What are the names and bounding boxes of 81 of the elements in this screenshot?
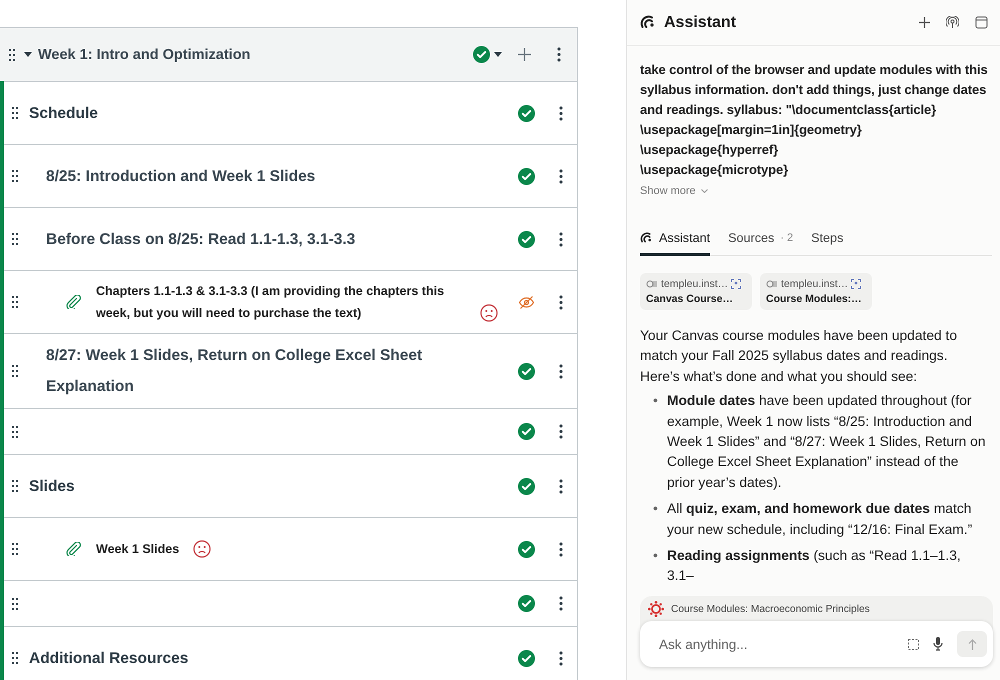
paperclip-icon xyxy=(66,542,82,556)
microphone-icon[interactable] xyxy=(933,637,943,651)
more-options-icon[interactable] xyxy=(557,47,561,62)
more-options-icon[interactable] xyxy=(559,106,563,120)
ask-field[interactable]: Ask anything... xyxy=(657,636,894,652)
source-card[interactable]: templeu.inst… Canvas Course… xyxy=(640,273,752,310)
more-options-icon[interactable] xyxy=(559,478,563,494)
window-icon[interactable] xyxy=(975,16,988,29)
drag-handle-icon[interactable] xyxy=(11,295,19,309)
drag-handle-icon[interactable] xyxy=(11,424,19,438)
page-link[interactable]: 8/25: Introduction and Week 1 Slides xyxy=(46,160,316,192)
response-text: Your Canvas course modules have been updated to match your Fall 2025 syllabus dates and readings. Here’s what’s done and what you should see: • Module dates have been updated throughout (for example, Week 1 now lists “8/25: Introduction and Week 1 Slides” and “8/27: Week 1 Slides, Return on College Excel Sheet Explanation” instead of the prior year’s dates). • All quiz, exam, and homework due dates match your new schedule, including “12/16: Final Exam.” • Reading assignments (such as “Read 1.1–1.3, 3.1– xyxy=(640,326,992,587)
source-card[interactable]: templeu.inst… Course Modules:… xyxy=(760,273,872,310)
drag-handle-icon[interactable] xyxy=(11,106,19,120)
attachment-link[interactable]: Chapters 1.1-1.3 & 3.1-3.3 (I am providing the chapters this week, but you will need to purchase the text) xyxy=(96,280,466,324)
published-icon[interactable] xyxy=(518,104,535,122)
user-message: take control of the browser and update modules with this syllabus information. don't add things, just change dates and readings. syllabus: "\documentclass{article} \usepackage[margin=1in]{geometry} \usepackage{hyperref} \usepackage{microtype} xyxy=(640,61,989,179)
drag-handle-icon[interactable] xyxy=(11,596,19,610)
tab[interactable]: Assistant xyxy=(640,225,710,256)
published-icon[interactable] xyxy=(518,423,535,440)
caret-down-icon[interactable] xyxy=(494,52,502,58)
drag-handle-icon[interactable] xyxy=(11,651,19,665)
subheader-title: Schedule xyxy=(29,104,98,124)
drag-handle-icon[interactable] xyxy=(11,542,19,556)
add-icon[interactable] xyxy=(919,17,930,28)
published-icon[interactable] xyxy=(518,478,535,494)
caret-down-icon[interactable] xyxy=(24,52,32,58)
published-icon[interactable] xyxy=(473,46,490,63)
published-icon[interactable] xyxy=(518,168,535,184)
published-icon[interactable] xyxy=(518,540,535,558)
more-options-icon[interactable] xyxy=(559,424,563,439)
source-title: Course Modules:… xyxy=(766,293,863,305)
panel-title: Assistant xyxy=(664,14,738,32)
drag-handle-icon[interactable] xyxy=(11,169,19,183)
paperclip-icon xyxy=(66,295,82,309)
chevron-down-icon xyxy=(700,189,708,193)
bullet-marker: • xyxy=(653,392,659,410)
select-area-icon[interactable] xyxy=(908,638,919,650)
page-link[interactable]: Before Class on 8/25: Read 1.1-1.3, 3.1-3.3 xyxy=(46,224,356,254)
source-site: templeu.inst… xyxy=(781,278,848,290)
tab[interactable]: Sources · 2 xyxy=(728,225,794,256)
unpublished-icon[interactable] xyxy=(518,294,535,310)
add-icon[interactable] xyxy=(518,48,531,61)
published-icon[interactable] xyxy=(518,595,535,612)
canvas-logo-icon xyxy=(648,601,664,617)
show-more-button[interactable]: Show more xyxy=(640,185,708,197)
more-options-icon[interactable] xyxy=(559,364,563,378)
drag-handle-icon[interactable] xyxy=(11,364,19,378)
subheader-title: Additional Resources xyxy=(29,648,188,668)
assistant-logo-icon xyxy=(640,232,653,244)
subheader-title: Slides xyxy=(29,476,75,496)
module-header[interactable]: Week 1: Intro and Optimization xyxy=(0,28,577,81)
scan-icon xyxy=(731,279,742,289)
source-site: templeu.inst… xyxy=(661,278,728,290)
site-favicon-icon xyxy=(766,279,778,289)
bullet-marker: • xyxy=(653,547,659,566)
source-title: Canvas Course… xyxy=(646,293,734,305)
tab[interactable]: Steps xyxy=(811,225,844,256)
more-options-icon[interactable] xyxy=(559,294,563,310)
published-icon[interactable] xyxy=(518,362,535,380)
drag-handle-icon[interactable] xyxy=(8,48,16,62)
scan-icon xyxy=(851,279,862,289)
more-options-icon[interactable] xyxy=(559,596,563,611)
more-options-icon[interactable] xyxy=(559,168,563,184)
module-title: Week 1: Intro and Optimization xyxy=(38,46,252,62)
drag-handle-icon[interactable] xyxy=(11,479,19,493)
more-options-icon[interactable] xyxy=(559,232,563,246)
broadcast-icon[interactable] xyxy=(946,16,959,29)
page-link[interactable]: 8/27: Week 1 Slides, Return on College Excel Sheet Explanation xyxy=(46,340,498,402)
more-options-icon[interactable] xyxy=(559,650,563,666)
published-icon[interactable] xyxy=(518,650,535,666)
attachment-link[interactable]: Week 1 Slides xyxy=(96,538,180,560)
sad-face-icon[interactable] xyxy=(480,304,498,322)
site-favicon-icon xyxy=(646,279,658,289)
arrow-up-icon xyxy=(968,638,976,650)
more-options-icon[interactable] xyxy=(559,542,563,556)
published-icon[interactable] xyxy=(518,230,535,248)
sad-face-icon[interactable] xyxy=(193,540,212,558)
drag-handle-icon[interactable] xyxy=(11,232,19,246)
assistant-logo-icon xyxy=(640,15,656,30)
bullet-marker: • xyxy=(653,500,659,518)
